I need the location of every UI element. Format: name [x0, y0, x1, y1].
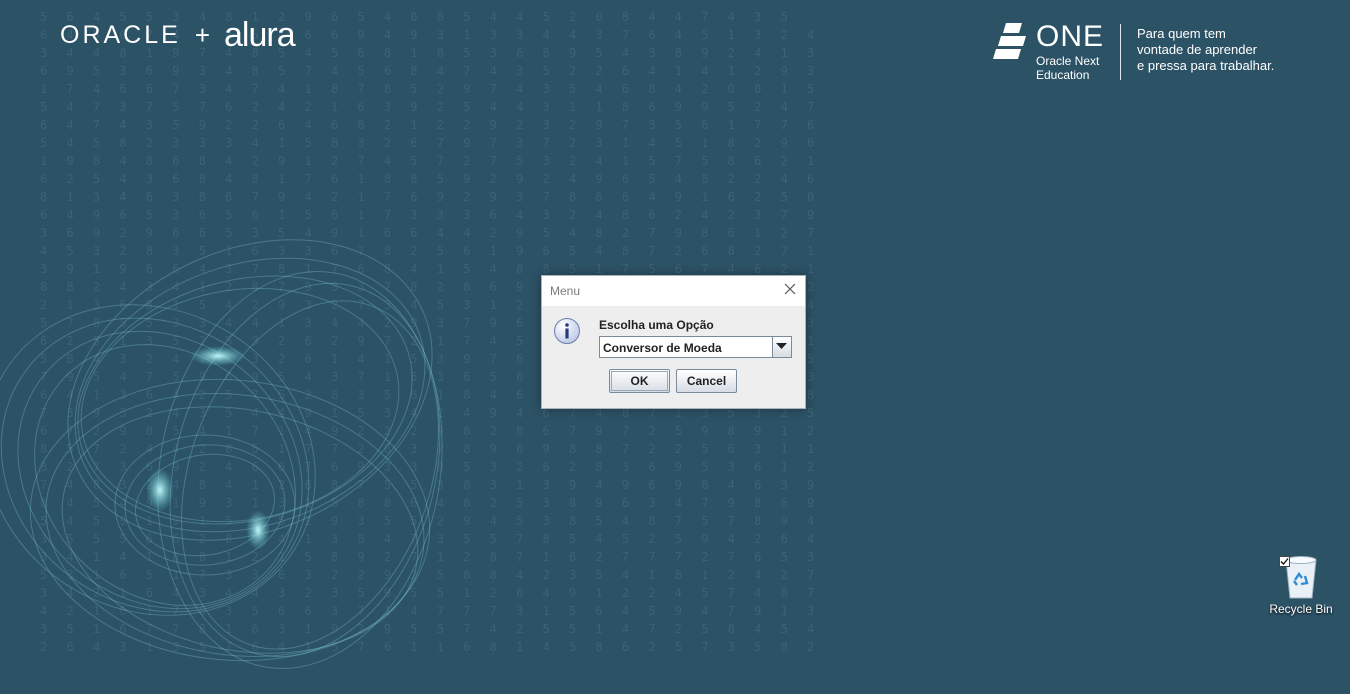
tagline-line3: e pressa para trabalhar.	[1137, 58, 1275, 73]
prompt-label: Escolha uma Opção	[599, 318, 714, 332]
one-stack-icon	[993, 23, 1026, 59]
tagline: Para quem tem vontade de aprender e pres…	[1137, 22, 1274, 82]
one-branding: ONE Oracle Next Education Para quem tem …	[992, 22, 1274, 82]
one-title: ONE	[1036, 20, 1105, 53]
menu-dialog: Menu Escolha uma Opção Conversor de Moed…	[541, 275, 806, 409]
oracle-alura-logo: ORACLE + alura	[60, 16, 296, 55]
option-select[interactable]: Conversor de Moeda	[599, 336, 792, 358]
one-sub-line1: Oracle Next	[1036, 54, 1100, 68]
tagline-line2: vontade de aprender	[1137, 42, 1257, 57]
selection-checkbox[interactable]	[1279, 556, 1290, 567]
cancel-button[interactable]: Cancel	[676, 369, 737, 393]
dialog-title: Menu	[550, 284, 581, 298]
brand-divider	[1120, 24, 1122, 80]
close-icon[interactable]	[783, 282, 797, 296]
plus-sign: +	[194, 20, 210, 50]
option-select-value: Conversor de Moeda	[603, 341, 722, 355]
oracle-wordmark: ORACLE	[60, 21, 181, 49]
one-sub-line2: Education	[1036, 68, 1090, 82]
info-icon	[554, 318, 580, 344]
desktop-icon-recycle-bin[interactable]: Recycle Bin	[1268, 554, 1334, 616]
one-logo: ONE Oracle Next Education	[992, 22, 1104, 82]
dropdown-button[interactable]	[772, 337, 791, 357]
alura-wordmark: alura	[224, 16, 296, 54]
ok-button[interactable]: OK	[609, 369, 670, 393]
recycle-bin-label: Recycle Bin	[1269, 602, 1333, 616]
chevron-down-icon	[776, 343, 787, 349]
dialog-titlebar[interactable]: Menu	[542, 276, 805, 306]
tagline-line1: Para quem tem	[1137, 26, 1226, 41]
